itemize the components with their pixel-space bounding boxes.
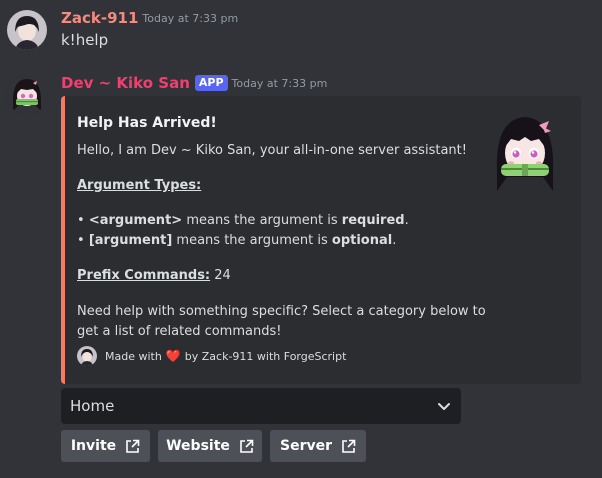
avatar-zack[interactable] xyxy=(7,10,47,50)
bullet: • xyxy=(77,233,85,248)
message-content: k!help xyxy=(61,31,109,49)
server-button[interactable]: Server xyxy=(270,430,366,462)
argument-optional-emph: optional xyxy=(331,233,393,248)
embed-intro: Hello, I am Dev ~ Kiko San, your all-in-… xyxy=(77,143,467,158)
argument-required-line: • <argument> means the argument is requi… xyxy=(77,213,409,228)
help-line-1: Need help with something specific? Selec… xyxy=(77,304,486,319)
footer-made-with: Made with xyxy=(105,349,162,363)
bullet: • xyxy=(77,213,85,228)
website-button[interactable]: Website xyxy=(158,430,262,462)
username-kiko[interactable]: Dev ~ Kiko San xyxy=(61,74,190,92)
footer-by: by Zack-911 with ForgeScript xyxy=(184,349,347,363)
prefix-commands-label: Prefix Commands: xyxy=(77,268,211,283)
argument-required-emph: required xyxy=(341,213,405,228)
message-header: Zack-911 Today at 7:33 pm xyxy=(61,9,238,27)
prefix-commands-count: 24 xyxy=(214,268,231,283)
website-button-label: Website xyxy=(166,438,230,454)
timestamp: Today at 7:33 pm xyxy=(231,76,328,90)
argument-required-code: <argument> xyxy=(88,213,183,228)
external-link-icon xyxy=(125,439,140,454)
external-link-icon xyxy=(239,439,254,454)
avatar-kiko[interactable] xyxy=(7,75,47,115)
invite-button-label: Invite xyxy=(70,438,117,454)
prefix-commands-line: Prefix Commands: 24 xyxy=(77,268,231,283)
app-badge: APP xyxy=(194,75,228,91)
username-zack[interactable]: Zack-911 xyxy=(61,9,138,27)
external-link-icon xyxy=(341,439,356,454)
embed-thumbnail[interactable] xyxy=(485,111,565,191)
select-value: Home xyxy=(70,397,115,415)
heart-icon: ❤️ xyxy=(165,349,181,363)
argument-optional-code: [argument] xyxy=(88,233,173,248)
period: . xyxy=(404,213,409,228)
argument-required-text: means the argument is xyxy=(186,213,338,228)
period: . xyxy=(392,233,397,248)
argument-types-heading: Argument Types: xyxy=(77,178,202,193)
footer-avatar-icon xyxy=(77,346,97,366)
server-button-label: Server xyxy=(279,438,332,454)
argument-optional-line: • [argument] means the argument is optio… xyxy=(77,233,396,248)
chevron-down-icon xyxy=(437,399,451,413)
category-select[interactable]: Home xyxy=(61,388,461,424)
timestamp: Today at 7:33 pm xyxy=(142,11,239,25)
invite-button[interactable]: Invite xyxy=(61,430,150,462)
help-embed: Help Has Arrived! Hello, I am Dev ~ Kiko… xyxy=(61,96,581,384)
embed-title: Help Has Arrived! xyxy=(77,115,217,131)
help-line-2: get a list of related commands! xyxy=(77,324,282,339)
argument-optional-text: means the argument is xyxy=(176,233,328,248)
message-header: Dev ~ Kiko San APP Today at 7:33 pm xyxy=(61,74,327,92)
embed-footer: Made with ❤️ by Zack-911 with ForgeScrip… xyxy=(77,346,346,366)
